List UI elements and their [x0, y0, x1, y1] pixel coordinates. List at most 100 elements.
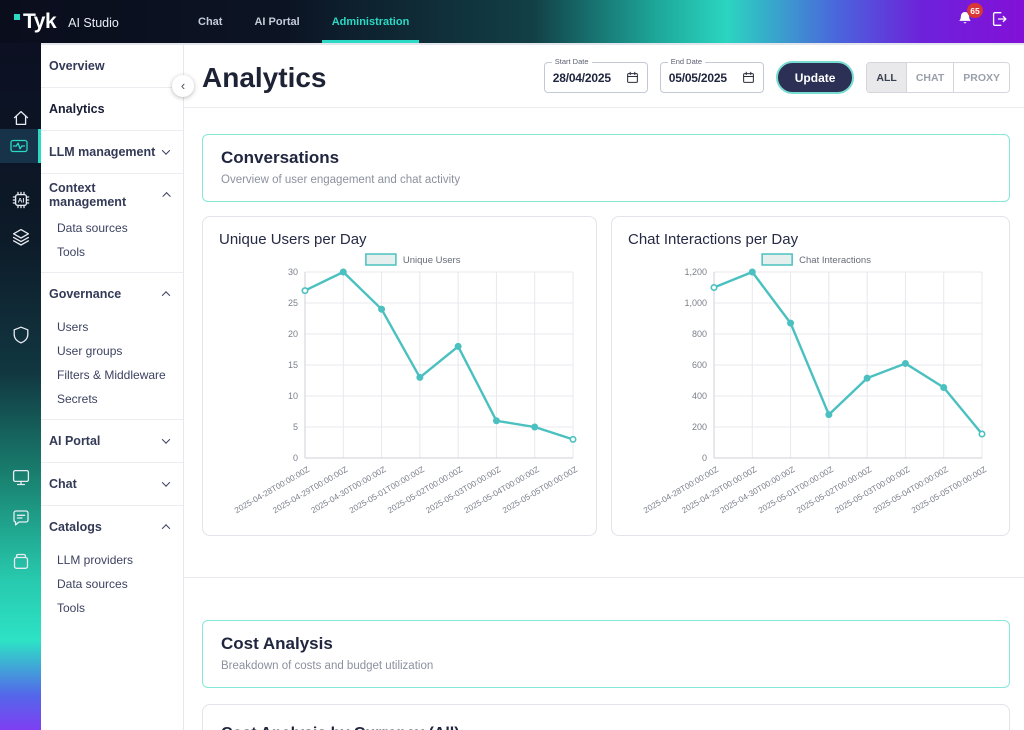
segment-chat[interactable]: CHAT [905, 63, 954, 92]
sidebar-group: Context management Data sources Tools [41, 174, 183, 273]
sidebar-item-catalogs[interactable]: Catalogs [41, 506, 183, 548]
shield-icon [13, 326, 28, 344]
header-divider [184, 107, 1024, 108]
sidebar-group: AI Portal [41, 420, 183, 463]
update-button[interactable]: Update [775, 61, 855, 94]
filter-segments: ALL CHAT PROXY [866, 62, 1010, 93]
svg-text:1,200: 1,200 [684, 267, 707, 277]
sidebar-subitem-data-sources[interactable]: Data sources [41, 216, 183, 240]
cost-analysis-subtitle: Breakdown of costs and budget utilizatio… [221, 660, 434, 672]
chat-bubble-icon [12, 510, 29, 526]
tab-chat[interactable]: Chat [188, 0, 232, 43]
rail-item-ai-chip-icon[interactable]: AI [0, 183, 41, 217]
analytics-icon [10, 139, 28, 153]
svg-text:200: 200 [692, 422, 707, 432]
sidebar-item-chat[interactable]: Chat [41, 463, 183, 505]
content-area: Conversations Overview of user engagemen… [184, 134, 1024, 730]
svg-text:10: 10 [288, 391, 298, 401]
chevron-down-icon [161, 478, 171, 487]
svg-text:1,000: 1,000 [684, 298, 707, 308]
logo-dot-icon [14, 13, 20, 20]
notifications-button[interactable]: 65 [956, 3, 983, 33]
logout-button[interactable] [990, 10, 1008, 33]
layers-icon [12, 228, 29, 246]
sidebar-item-label: Chat [49, 477, 77, 491]
cost-analysis-title: Cost Analysis [221, 634, 333, 653]
topbar: Tyk AI Studio Chat AI Portal Administratio… [0, 0, 1024, 43]
rail-item-box-icon[interactable] [0, 544, 41, 578]
sidebar-item-governance[interactable]: Governance [41, 273, 183, 315]
sidebar-subitem-user-groups[interactable]: User groups [41, 339, 183, 363]
svg-text:0: 0 [702, 453, 707, 463]
sidebar-item-ai-portal[interactable]: AI Portal [41, 420, 183, 462]
box-icon [13, 553, 28, 569]
sidebar-nav: Overview Analytics LLM management Context m… [41, 43, 184, 730]
rail-item-monitor-icon[interactable] [0, 460, 41, 494]
tab-administration[interactable]: Administration [321, 0, 420, 43]
chart-card-unique-users-per-day: Unique Users per Day Unique Users 0 5 10 15 20… [202, 216, 597, 536]
sidebar-item-label: Analytics [49, 102, 105, 116]
notification-badge: 65 [967, 3, 983, 18]
calendar-icon [742, 71, 754, 83]
conversations-subtitle: Overview of user engagement and chat act… [221, 174, 461, 186]
segment-proxy[interactable]: PROXY [953, 63, 1009, 92]
sidebar-subitem-tools[interactable]: Tools [41, 240, 183, 264]
sidebar-collapse-button[interactable]: ‹ [172, 75, 194, 97]
svg-text:600: 600 [692, 360, 707, 370]
tab-ai-portal[interactable]: AI Portal [244, 0, 309, 43]
main-content: Analytics Start Date 28/04/2025 End Date… [184, 43, 1024, 730]
sidebar-item-label: Catalogs [49, 520, 102, 534]
sidebar-subitem-filters-middleware[interactable]: Filters & Middleware [41, 363, 183, 387]
svg-text:30: 30 [288, 267, 298, 277]
sidebar-subitem-secrets[interactable]: Secrets [41, 387, 183, 411]
line-chart: Unique Users0510152025302025-04-28T00:00… [232, 253, 579, 515]
sidebar-subitem-tools[interactable]: Tools [41, 596, 183, 620]
legend-label: Unique Users [403, 255, 461, 266]
legend-swatch [761, 253, 793, 266]
rail-item-layers-icon[interactable] [0, 220, 41, 254]
sidebar-item-label: Overview [49, 59, 105, 73]
logo-suffix: AI Studio [68, 15, 119, 30]
svg-text:800: 800 [692, 329, 707, 339]
sidebar-item-analytics[interactable]: Analytics [41, 88, 183, 130]
sidebar-item-context-management[interactable]: Context management [41, 174, 183, 216]
sidebar-item-overview[interactable]: Overview [41, 45, 183, 87]
chevron-up-icon [161, 291, 171, 300]
rail-item-analytics-icon[interactable] [0, 129, 41, 163]
section-divider [184, 577, 1024, 578]
chevron-down-icon [161, 146, 171, 155]
sidebar-item-label: AI Portal [49, 434, 101, 448]
chart-plot: Chat Interactions 0 200 400 600 800 1,000 1,200… [628, 252, 993, 527]
svg-text:400: 400 [692, 391, 707, 401]
sidebar-item-label: Context management [49, 181, 127, 209]
sidebar-item-llm-management[interactable]: LLM management [41, 131, 183, 173]
sidebar-item-label: LLM management [49, 145, 156, 159]
sidebar-subitem-llm-providers[interactable]: LLM providers [41, 548, 183, 572]
line-chart: Chat Interactions 0 200 400 600 800 1,000 1,200… [641, 253, 988, 515]
svg-text:25: 25 [288, 298, 298, 308]
sidebar-item-label: Governance [49, 287, 122, 301]
start-date-input[interactable]: Start Date 28/04/2025 [543, 57, 648, 93]
legend-swatch [365, 253, 397, 266]
cost-by-currency-title: Cost Analysis by Currency (All) [221, 725, 991, 730]
sidebar-group: Chat [41, 463, 183, 506]
logo-text: Tyk [23, 9, 57, 33]
end-date-input[interactable]: End Date 05/05/2025 [659, 57, 764, 93]
conversations-title: Conversations [221, 148, 340, 167]
charts-row: Unique Users per Day Unique Users 0 5 10 15 20… [202, 216, 1010, 536]
sidebar-subitem-users[interactable]: Users [41, 315, 183, 339]
svg-text:15: 15 [288, 360, 298, 370]
header-controls: Start Date 28/04/2025 End Date 05/05/202… [543, 57, 1010, 94]
chart-plot: Unique Users 0 5 10 15 20 25 30 2025-04-28T00:00… [219, 252, 580, 527]
rail-item-shield-icon[interactable] [0, 318, 41, 352]
legend-label: Chat Interactions [799, 255, 871, 266]
app-screen: Tyk AI Studio Chat AI Portal Administratio… [0, 0, 1024, 730]
sidebar-subitem-data-sources[interactable]: Data sources [41, 572, 183, 596]
segment-all[interactable]: ALL [867, 63, 906, 92]
svg-text:AI: AI [17, 197, 24, 204]
rail-item-chat-bubble-icon[interactable] [0, 501, 41, 535]
svg-text:20: 20 [288, 329, 298, 339]
sidebar-group: Catalogs LLM providers Data sources Tools [41, 506, 183, 628]
chart-title: Unique Users per Day [219, 231, 367, 248]
end-date-label: End Date [667, 57, 706, 66]
